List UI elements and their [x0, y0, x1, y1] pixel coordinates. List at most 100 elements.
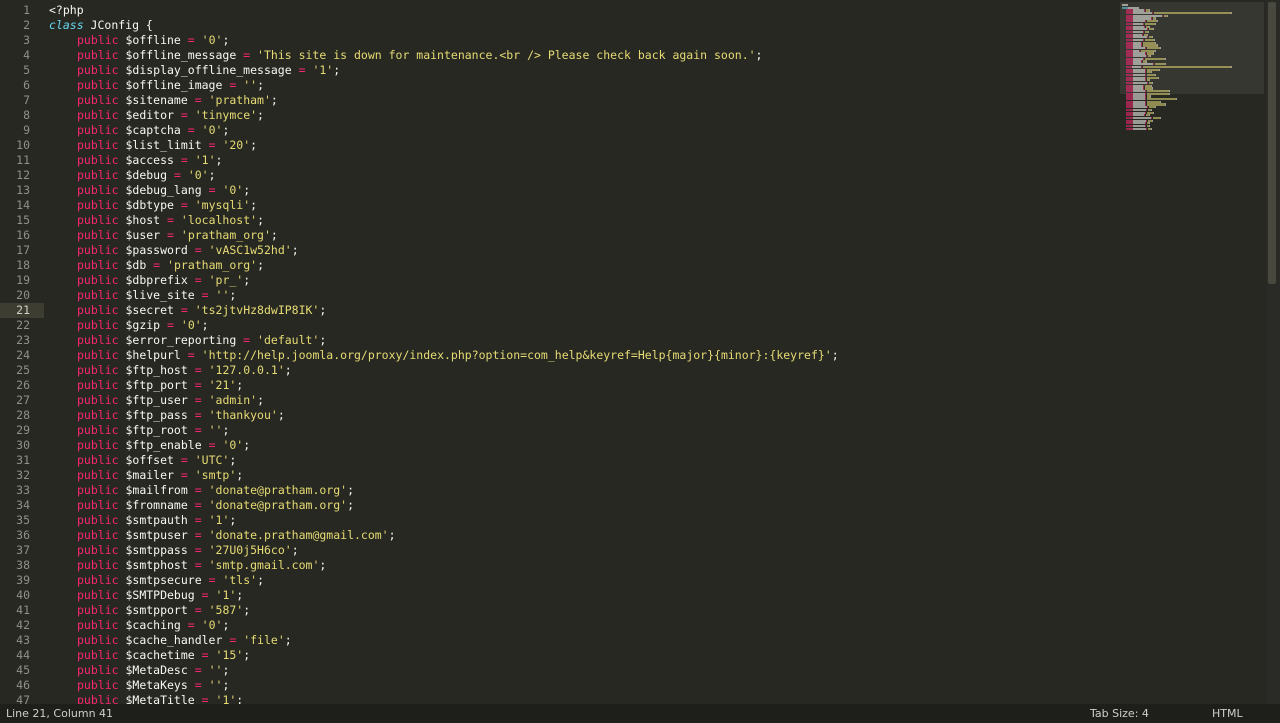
code-token: = — [187, 618, 195, 632]
code-line[interactable]: public $captcha = '0'; — [49, 123, 1106, 138]
code-line[interactable]: public $host = 'localhost'; — [49, 213, 1106, 228]
code-line[interactable]: public $debug_lang = '0'; — [49, 183, 1106, 198]
code-line[interactable]: public $ftp_user = 'admin'; — [49, 393, 1106, 408]
code-line[interactable]: public $MetaKeys = ''; — [49, 678, 1106, 693]
code-token: ; — [236, 468, 244, 482]
code-token: ; — [319, 303, 327, 317]
code-token: public — [77, 303, 119, 317]
code-token: = — [167, 228, 174, 242]
code-line[interactable]: public $live_site = ''; — [49, 288, 1106, 303]
scrollbar-thumb[interactable] — [1268, 2, 1276, 284]
code-line[interactable]: public $dbtype = 'mysqli'; — [49, 198, 1106, 213]
code-token: $ftp_pass — [118, 408, 195, 422]
code-token: public — [77, 33, 119, 47]
code-line[interactable]: public $cachetime = '15'; — [49, 648, 1106, 663]
code-token: public — [77, 198, 119, 212]
code-token: '20' — [222, 138, 251, 152]
code-token: 'donate@pratham.org' — [208, 483, 348, 497]
code-line[interactable]: public $editor = 'tinymce'; — [49, 108, 1106, 123]
code-line[interactable]: public $caching = '0'; — [49, 618, 1106, 633]
code-token: 'donate@pratham.org' — [208, 498, 348, 512]
code-line[interactable]: public $offline_message = 'This site is … — [49, 48, 1106, 63]
line-number: 40 — [16, 588, 30, 602]
code-line[interactable]: public $sitename = 'pratham'; — [49, 93, 1106, 108]
line-number: 2 — [23, 18, 30, 32]
code-line[interactable]: public $smtppass = '27U0j5H6co'; — [49, 543, 1106, 558]
code-line[interactable]: public $dbprefix = 'pr_'; — [49, 273, 1106, 288]
code-line[interactable]: public $secret = 'ts2jtvHz8dwIP8IK'; — [49, 303, 1106, 318]
code-line[interactable]: public $gzip = '0'; — [49, 318, 1106, 333]
code-line[interactable]: public $ftp_host = '127.0.0.1'; — [49, 363, 1106, 378]
code-token: = — [201, 648, 209, 662]
code-line[interactable]: public $offset = 'UTC'; — [49, 453, 1106, 468]
code-token: 'smtp' — [194, 468, 237, 482]
code-token: = — [194, 663, 202, 677]
code-token: '127.0.0.1' — [208, 363, 285, 377]
code-line[interactable]: public $MetaDesc = ''; — [49, 663, 1106, 678]
code-line[interactable]: public $error_reporting = 'default'; — [49, 333, 1106, 348]
code-token: public — [77, 153, 119, 167]
code-line[interactable]: public $ftp_root = ''; — [49, 423, 1106, 438]
code-line[interactable]: class JConfig { — [49, 18, 1106, 33]
code-token: = — [298, 63, 306, 77]
line-number: 11 — [16, 153, 30, 167]
code-line[interactable]: public $list_limit = '20'; — [49, 138, 1106, 153]
code-token: ; — [236, 693, 244, 704]
line-number: 10 — [16, 138, 30, 152]
code-line[interactable]: public $smtpsecure = 'tls'; — [49, 573, 1106, 588]
code-line[interactable]: public $offline = '0'; — [49, 33, 1106, 48]
code-line[interactable]: public $mailfrom = 'donate@pratham.org'; — [49, 483, 1106, 498]
code-line[interactable]: public $ftp_port = '21'; — [49, 378, 1106, 393]
code-line[interactable]: public $mailer = 'smtp'; — [49, 468, 1106, 483]
code-token: 'UTC' — [194, 453, 230, 467]
code-line[interactable]: public $offline_image = ''; — [49, 78, 1106, 93]
code-area[interactable]: <?php class JConfig {public $offline = '0… — [49, 3, 1106, 704]
code-line[interactable]: public $display_offline_message = '1'; — [49, 63, 1106, 78]
line-number: 4 — [23, 48, 30, 62]
code-line[interactable]: public $smtpauth = '1'; — [49, 513, 1106, 528]
code-token: public — [77, 648, 119, 662]
code-line[interactable]: public $debug = '0'; — [49, 168, 1106, 183]
code-line[interactable]: <?php — [49, 3, 1106, 18]
code-token: $ftp_enable — [118, 438, 209, 452]
code-line[interactable]: public $cache_handler = 'file'; — [49, 633, 1106, 648]
code-line[interactable]: public $MetaTitle = '1'; — [49, 693, 1106, 704]
code-line[interactable]: public $ftp_pass = 'thankyou'; — [49, 408, 1106, 423]
code-line[interactable]: public $user = 'pratham_org'; — [49, 228, 1106, 243]
code-line[interactable]: public $smtpuser = 'donate.pratham@gmail… — [49, 528, 1106, 543]
code-token: = — [180, 453, 188, 467]
code-line[interactable]: public $ftp_enable = '0'; — [49, 438, 1106, 453]
code-token: 'http://help.joomla.org/proxy/index.php?… — [201, 348, 832, 362]
code-token: $list_limit — [118, 138, 209, 152]
code-line[interactable]: public $fromname = 'donate@pratham.org'; — [49, 498, 1106, 513]
syntax-selector[interactable]: HTML — [1212, 704, 1243, 723]
code-line[interactable]: public $db = 'pratham_org'; — [49, 258, 1106, 273]
line-number: 16 — [16, 228, 30, 242]
code-token: $ftp_user — [118, 393, 195, 407]
code-line[interactable]: public $helpurl = 'http://help.joomla.or… — [49, 348, 1106, 363]
code-token: $display_offline_message — [118, 63, 299, 77]
code-line[interactable]: public $access = '1'; — [49, 153, 1106, 168]
tab-size-selector[interactable]: Tab Size: 4 — [1090, 704, 1149, 723]
code-token: ; — [319, 558, 327, 572]
code-token: ; — [243, 273, 251, 287]
code-line[interactable]: public $smtpport = '587'; — [49, 603, 1106, 618]
minimap[interactable] — [1122, 4, 1232, 130]
line-number: 20 — [16, 288, 30, 302]
code-token: $offline_message — [118, 48, 244, 62]
code-token: = — [180, 198, 188, 212]
code-token: '' — [208, 423, 223, 437]
code-editor[interactable]: 1 2 3 4 5 6 7 8 9 10 11 12 13 14 15 16 17 18 19 20 21 22 23 24 2… — [0, 0, 1266, 704]
code-token: public — [77, 423, 119, 437]
code-line[interactable]: public $SMTPDebug = '1'; — [49, 588, 1106, 603]
code-line[interactable]: public $smtphost = 'smtp.gmail.com'; — [49, 558, 1106, 573]
code-token: public — [77, 363, 119, 377]
code-token: '' — [208, 678, 223, 692]
code-line[interactable]: public $password = 'vASC1w52hd'; — [49, 243, 1106, 258]
